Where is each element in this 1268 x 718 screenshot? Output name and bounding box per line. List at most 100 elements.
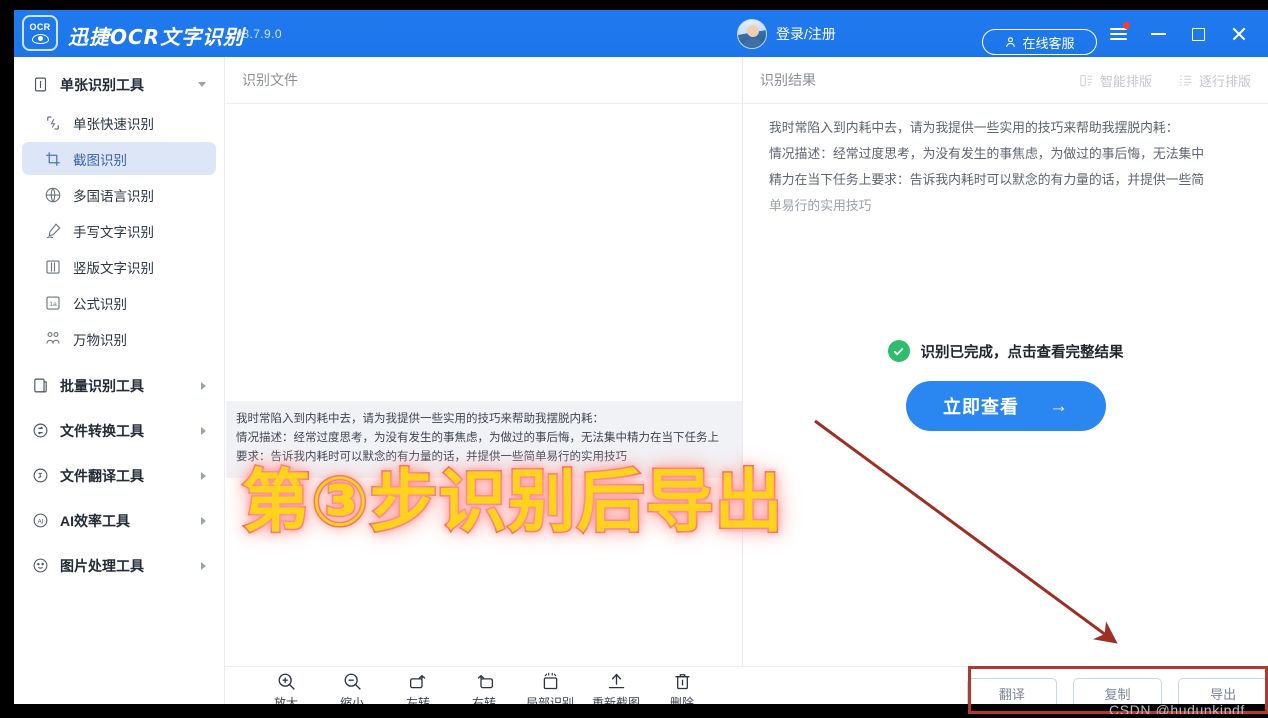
application-window: OCR 迅捷OCR文字识别 v8.7.9.0 登录/注册 在线客服 单张识别工具…: [14, 10, 1268, 714]
sidebar-item-label: 竖版文字识别: [73, 260, 154, 276]
sidebar-item-formula[interactable]: 1a 公式识别: [22, 286, 216, 319]
smart-layout-option[interactable]: 智能排版: [1079, 71, 1152, 90]
sidebar: 单张识别工具 单张快速识别 截图识别 多国语言识别 手写文字识别 竖版文字识别 …: [14, 57, 225, 714]
recognize-result-panel: 识别结果 智能排版 逐行排版 我时常陷入到内耗中去，请为我提供一些实用的技巧来帮…: [743, 57, 1268, 714]
status-text: 识别已完成，点击查看完整结果: [920, 344, 1124, 361]
trash-icon: [675, 673, 689, 689]
result-line: 情况描述：经常过度思考，为没有发生的事焦虑，为做过的事后悔，无法集中: [769, 146, 1205, 161]
minimize-button[interactable]: [1138, 20, 1178, 48]
chevron-down-icon: [198, 82, 206, 87]
watermark: CSDN @hudunkjpdf: [1109, 702, 1245, 714]
line-layout-option[interactable]: 逐行排版: [1178, 71, 1251, 90]
sidebar-item-label: 手写文字识别: [73, 224, 154, 240]
close-icon: [1231, 27, 1246, 42]
sidebar-item-label: 截图识别: [73, 152, 127, 168]
sidebar-group-translate[interactable]: 文件翻译工具: [22, 457, 216, 494]
sidebar-group-label: 文件转换工具: [60, 422, 144, 439]
check-circle-icon: [887, 340, 910, 362]
image-edit-icon: [33, 558, 48, 573]
chevron-right-icon: [201, 426, 206, 435]
chevron-right-icon: [201, 516, 206, 525]
ai-icon: AI: [33, 513, 48, 528]
sidebar-item-label: 万物识别: [73, 332, 127, 348]
result-text-area[interactable]: 我时常陷入到内耗中去，请为我提供一些实用的技巧来帮助我摆脱内耗： 情况描述：经常…: [769, 115, 1251, 219]
result-line: 我时常陷入到内耗中去，请为我提供一些实用的技巧来帮助我摆脱内耗：: [769, 120, 1179, 135]
sidebar-group-batch[interactable]: 批量识别工具: [22, 367, 216, 404]
sidebar-item-label: 多国语言识别: [73, 188, 154, 204]
online-service-button[interactable]: 在线客服: [982, 29, 1097, 55]
account-label: 登录/注册: [776, 26, 836, 42]
sidebar-group-label: 文件翻译工具: [60, 467, 144, 484]
account-login-button[interactable]: 登录/注册: [737, 18, 836, 50]
sidebar-group-convert[interactable]: 文件转换工具: [22, 412, 216, 449]
sidebar-item-crop[interactable]: 截图识别: [22, 142, 216, 175]
doc-line: 情况描述：经常过度思考，为没有发生的事焦虑，为做过的事后悔，无法集中精力在当下任…: [236, 432, 719, 444]
recognize-file-panel: 识别文件 我时常陷入到内耗中去，请为我提供一些实用的技巧来帮助我摆脱内耗： 情况…: [225, 57, 743, 714]
sidebar-group-single[interactable]: 单张识别工具: [22, 66, 216, 103]
right-panel-title: 识别结果: [760, 72, 816, 88]
avatar: [737, 19, 767, 49]
svg-text:1a: 1a: [49, 301, 57, 308]
chevron-right-icon: [201, 381, 206, 390]
doc-line: 要求：告诉我内耗时可以默念的有力量的话，并提供一些简单易行的实用技巧: [236, 451, 627, 463]
eye-icon: [31, 33, 49, 44]
rotate-right-icon: [477, 674, 493, 688]
doc-line: 我时常陷入到内耗中去，请为我提供一些实用的技巧来帮助我摆脱内耗：: [236, 413, 604, 425]
view-now-button[interactable]: 立即查看 →: [905, 381, 1106, 431]
maximize-icon: [1191, 27, 1205, 41]
minimize-icon: [1150, 33, 1166, 35]
rescreenshot-icon: [608, 673, 624, 688]
sidebar-group-label: 单张识别工具: [60, 76, 144, 93]
left-panel-title: 识别文件: [242, 72, 298, 88]
sidebar-item-handwriting[interactable]: 手写文字识别: [22, 214, 216, 247]
view-now-label: 立即查看: [943, 397, 1019, 417]
partial-recognize-icon: [543, 672, 557, 689]
app-brand-title: 迅捷OCR文字识别: [68, 25, 245, 49]
title-bar: OCR 迅捷OCR文字识别 v8.7.9.0 登录/注册 在线客服: [14, 10, 1268, 57]
hamburger-icon: [1109, 28, 1127, 40]
crop-icon: [46, 151, 60, 166]
sidebar-item-objects[interactable]: 万物识别: [22, 322, 216, 355]
chevron-right-icon: [201, 471, 206, 480]
svg-text:AI: AI: [37, 518, 43, 525]
window-controls: [1098, 20, 1258, 48]
smart-layout-label: 智能排版: [1099, 73, 1152, 89]
sidebar-group-label: 图片处理工具: [60, 557, 144, 574]
left-panel-header: 识别文件: [225, 57, 742, 104]
app-logo-icon: OCR: [22, 15, 58, 51]
online-service-label: 在线客服: [1022, 35, 1075, 51]
sidebar-group-label: 批量识别工具: [60, 377, 144, 394]
document-preview-area[interactable]: 我时常陷入到内耗中去，请为我提供一些实用的技巧来帮助我摆脱内耗： 情况描述：经常…: [225, 104, 742, 666]
arrow-right-icon: →: [1049, 395, 1068, 417]
layout-options: 智能排版 逐行排版: [1079, 71, 1251, 90]
convert-icon: [33, 423, 48, 438]
result-line: 单易行的实用技巧: [769, 198, 872, 213]
batch-doc-icon: [34, 378, 47, 393]
notification-dot-badge: [1123, 22, 1130, 29]
menu-button[interactable]: [1098, 20, 1138, 48]
sidebar-item-label: 单张快速识别: [73, 116, 154, 132]
sidebar-item-vertical-text[interactable]: 竖版文字识别: [22, 250, 216, 283]
maximize-button[interactable]: [1178, 20, 1218, 48]
view-result-wrap: 立即查看 →: [743, 381, 1268, 431]
close-button[interactable]: [1218, 20, 1258, 48]
app-version-label: v8.7.9.0: [236, 27, 282, 41]
sidebar-item-multilang[interactable]: 多国语言识别: [22, 178, 216, 211]
single-doc-icon: [34, 77, 47, 92]
chevron-right-icon: [201, 561, 206, 570]
objects-icon: [46, 331, 60, 344]
right-panel-header: 识别结果 智能排版 逐行排版: [743, 57, 1268, 104]
sidebar-item-quick-scan[interactable]: 单张快速识别: [22, 106, 216, 139]
screenshot-border-bottom: [0, 704, 1268, 718]
line-layout-label: 逐行排版: [1198, 73, 1251, 89]
line-layout-icon: [1179, 75, 1192, 85]
zoom-in-icon: [278, 673, 295, 690]
quick-scan-icon: [47, 115, 59, 130]
translate-icon: [33, 468, 48, 483]
columns-icon: [46, 259, 60, 274]
sidebar-item-label: 公式识别: [73, 296, 127, 312]
zoom-out-icon: [344, 673, 361, 690]
sidebar-group-image[interactable]: 图片处理工具: [22, 547, 216, 584]
sidebar-group-ai[interactable]: AI AI效率工具: [22, 502, 216, 539]
recognition-status: 识别已完成，点击查看完整结果: [743, 340, 1268, 362]
